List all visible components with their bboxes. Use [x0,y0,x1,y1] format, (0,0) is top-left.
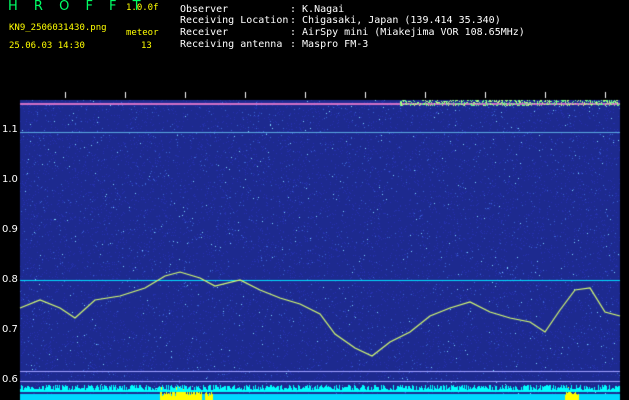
freq-label: 1.0 [2,174,18,185]
mode-label: meteor [126,28,159,38]
observer-key: Observer [180,4,229,15]
date-time: 25.06.03 14:30 [9,41,85,51]
receiver-key: Receiver [180,27,229,38]
observer-value: : K.Nagai [290,4,345,15]
header-panel: H R O F F T 1.0.0f KN9_2506031430.png me… [0,0,629,76]
location-value: : Chigasaki, Japan (139.414 35.340) [290,15,501,26]
freq-label: 0.6 [2,374,18,385]
freq-label: 0.9 [2,224,18,235]
app-version: 1.0.0f [126,3,159,13]
file-name: KN9_2506031430.png [9,23,107,33]
freq-label: 0.7 [2,324,18,335]
antenna-value: : Maspro FM-3 [290,39,369,50]
freq-label: 0.8 [2,274,18,285]
antenna-key: Receiving antenna [180,39,283,50]
location-key: Receiving Location [180,15,289,26]
freq-label: 1.1 [2,124,18,135]
spectrogram-canvas [0,76,629,400]
receiver-value: : AirSpy mini (Miakejima VOR 108.65MHz) [290,27,525,38]
detection-count: 13 [141,41,152,51]
